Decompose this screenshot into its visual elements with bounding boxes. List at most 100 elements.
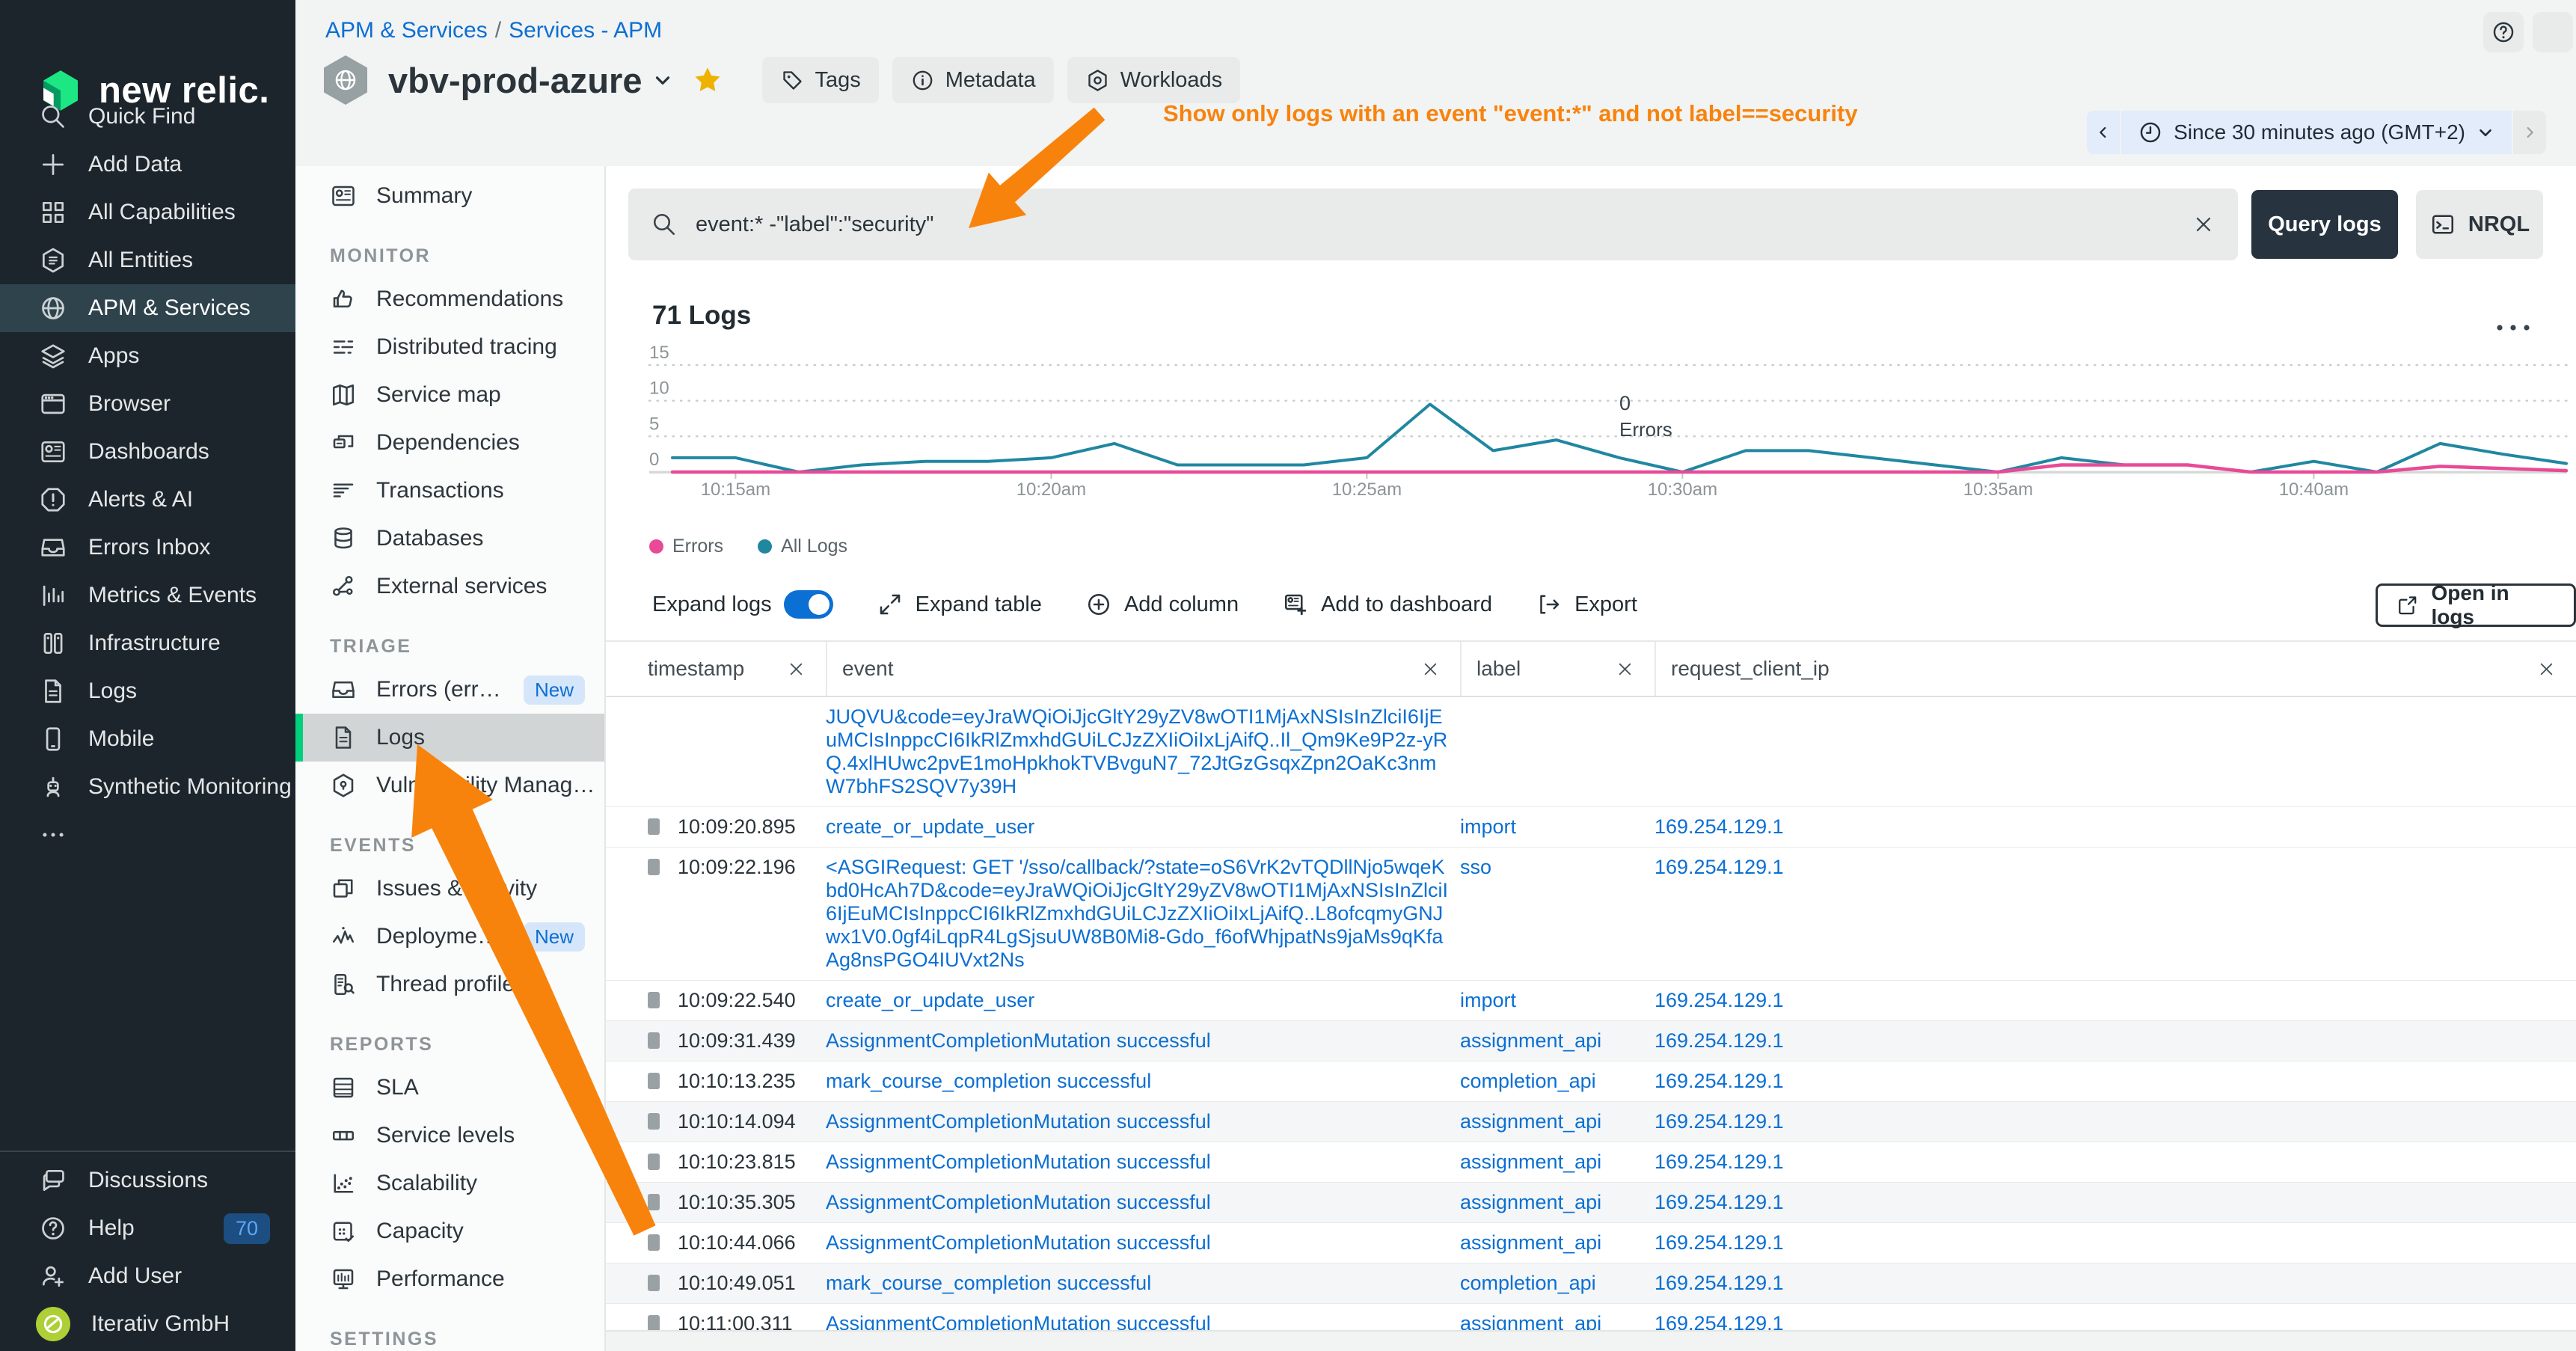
sidebar-item-iterativ-gmbh[interactable]: Iterativ GmbH xyxy=(0,1300,295,1348)
log-event-link[interactable]: create_or_update_user xyxy=(826,989,1460,1012)
sidebar-item-all-capabilities[interactable]: All Capabilities xyxy=(0,189,295,236)
sidebar-item-add-user[interactable]: Add User xyxy=(0,1252,295,1300)
sidebar-item-apps[interactable]: Apps xyxy=(0,332,295,380)
log-label-link[interactable] xyxy=(1460,705,1655,798)
log-client-ip-link[interactable]: 169.254.129.1 xyxy=(1655,1312,2576,1330)
log-event-link[interactable]: AssignmentCompletionMutation successful xyxy=(826,1312,1460,1330)
log-search-input[interactable]: event:* -"label":"security" xyxy=(628,189,2238,260)
legend-item-errors[interactable]: Errors xyxy=(649,536,723,557)
subnav-item-service-map[interactable]: Service map xyxy=(295,371,604,419)
sidebar-item-alerts-ai[interactable]: Alerts & AI xyxy=(0,476,295,524)
log-row[interactable]: 10:09:20.895create_or_update_userimport1… xyxy=(606,807,2576,848)
export-button[interactable]: Export xyxy=(1536,591,1637,618)
subnav-item-scalability[interactable]: Scalability xyxy=(295,1159,604,1207)
legend-item-all-logs[interactable]: All Logs xyxy=(758,536,847,557)
add-to-dashboard-button[interactable]: Add to dashboard xyxy=(1282,591,1492,618)
add-column-button[interactable]: Add column xyxy=(1085,591,1239,618)
log-row[interactable]: 10:10:44.066AssignmentCompletionMutation… xyxy=(606,1223,2576,1263)
sidebar-item-all-entities[interactable]: All Entities xyxy=(0,236,295,284)
log-event-link[interactable]: mark_course_completion successful xyxy=(826,1272,1460,1295)
log-client-ip-link[interactable]: 169.254.129.1 xyxy=(1655,856,2576,972)
column-header-label[interactable]: label xyxy=(1460,642,1655,696)
favorite-star-icon[interactable] xyxy=(692,64,723,96)
sidebar-item-quick-find[interactable]: Quick Find xyxy=(0,93,295,141)
tags-button[interactable]: Tags xyxy=(762,57,879,103)
sidebar-item-mobile[interactable]: Mobile xyxy=(0,715,295,763)
log-row[interactable]: 10:10:35.305AssignmentCompletionMutation… xyxy=(606,1183,2576,1223)
log-label-link[interactable]: assignment_api xyxy=(1460,1110,1655,1133)
sidebar-item-logs[interactable]: Logs xyxy=(0,667,295,715)
log-label-link[interactable]: import xyxy=(1460,815,1655,839)
log-row[interactable]: 10:09:22.196<ASGIRequest: GET '/sso/call… xyxy=(606,848,2576,981)
open-in-logs-button[interactable]: Open in logs xyxy=(2376,583,2576,627)
log-label-link[interactable]: assignment_api xyxy=(1460,1191,1655,1214)
breadcrumb-apm-services[interactable]: APM & Services xyxy=(325,18,488,43)
column-header-request-client-ip[interactable]: request_client_ip xyxy=(1655,642,2576,696)
log-event-link[interactable]: AssignmentCompletionMutation successful xyxy=(826,1191,1460,1214)
log-event-link[interactable]: create_or_update_user xyxy=(826,815,1460,839)
remove-column-icon[interactable] xyxy=(1615,659,1635,679)
subnav-item-issues-activity[interactable]: Issues & activity xyxy=(295,865,604,913)
column-header-timestamp[interactable]: timestamp xyxy=(606,642,826,696)
permalink-button[interactable] xyxy=(2533,12,2573,52)
sidebar-item-dashboards[interactable]: Dashboards xyxy=(0,428,295,476)
log-row[interactable]: 10:10:49.051mark_course_completion succe… xyxy=(606,1263,2576,1304)
remove-column-icon[interactable] xyxy=(2536,659,2557,679)
subnav-item-vulnerability-management[interactable]: Vulnerability Management xyxy=(295,762,604,809)
subnav-item-deployments[interactable]: DeploymentsNew xyxy=(295,913,604,961)
sidebar-item-metrics-events[interactable]: Metrics & Events xyxy=(0,572,295,619)
subnav-item-sla[interactable]: SLA xyxy=(295,1064,604,1112)
log-client-ip-link[interactable]: 169.254.129.1 xyxy=(1655,1070,2576,1093)
sidebar-item-item[interactable] xyxy=(0,811,295,859)
subnav-item-summary[interactable]: Summary xyxy=(295,172,604,220)
search-query-value[interactable]: event:* -"label":"security" xyxy=(696,212,2174,237)
sidebar-item-discussions[interactable]: Discussions xyxy=(0,1157,295,1204)
log-event-link[interactable]: AssignmentCompletionMutation successful xyxy=(826,1029,1460,1053)
log-row[interactable]: 10:10:14.094AssignmentCompletionMutation… xyxy=(606,1102,2576,1142)
log-label-link[interactable]: assignment_api xyxy=(1460,1151,1655,1174)
sidebar-item-infrastructure[interactable]: Infrastructure xyxy=(0,619,295,667)
log-row[interactable]: 10:09:31.439AssignmentCompletionMutation… xyxy=(606,1021,2576,1062)
help-button[interactable] xyxy=(2483,12,2524,52)
log-row[interactable]: 10:10:13.235mark_course_completion succe… xyxy=(606,1062,2576,1102)
log-event-link[interactable]: mark_course_completion successful xyxy=(826,1070,1460,1093)
log-row[interactable]: 10:10:23.815AssignmentCompletionMutation… xyxy=(606,1142,2576,1183)
sidebar-item-browser[interactable]: Browser xyxy=(0,380,295,428)
entity-chevron-down-icon[interactable] xyxy=(651,69,674,91)
log-event-link[interactable]: AssignmentCompletionMutation successful xyxy=(826,1151,1460,1174)
subnav-item-databases[interactable]: Databases xyxy=(295,515,604,563)
column-header-event[interactable]: event xyxy=(826,642,1460,696)
time-range-selector[interactable]: Since 30 minutes ago (GMT+2) xyxy=(2121,111,2512,154)
log-row[interactable]: 10:11:00.311AssignmentCompletionMutation… xyxy=(606,1304,2576,1330)
log-client-ip-link[interactable]: 169.254.129.1 xyxy=(1655,815,2576,839)
expand-logs-toggle[interactable]: Expand logs xyxy=(652,590,833,619)
subnav-item-thread-profiler[interactable]: Thread profiler xyxy=(295,961,604,1008)
sidebar-item-errors-inbox[interactable]: Errors Inbox xyxy=(0,524,295,572)
log-client-ip-link[interactable]: 169.254.129.1 xyxy=(1655,1191,2576,1214)
metadata-button[interactable]: Metadata xyxy=(892,57,1054,103)
log-label-link[interactable]: completion_api xyxy=(1460,1070,1655,1093)
time-picker[interactable]: Since 30 minutes ago (GMT+2) xyxy=(2087,111,2546,154)
log-label-link[interactable]: completion_api xyxy=(1460,1272,1655,1295)
toggle-on-icon[interactable] xyxy=(784,590,833,619)
subnav-item-errors-errors-inb[interactable]: Errors (errors inb...New xyxy=(295,666,604,714)
log-label-link[interactable]: import xyxy=(1460,989,1655,1012)
subnav-item-transactions[interactable]: Transactions xyxy=(295,467,604,515)
remove-column-icon[interactable] xyxy=(786,659,806,679)
more-options-button[interactable] xyxy=(2492,313,2534,343)
subnav-item-performance[interactable]: Performance xyxy=(295,1255,604,1303)
subnav-item-logs[interactable]: Logs xyxy=(295,714,604,762)
log-event-link[interactable]: AssignmentCompletionMutation successful xyxy=(826,1231,1460,1254)
log-row[interactable]: 10:09:22.540create_or_update_userimport1… xyxy=(606,981,2576,1021)
log-label-link[interactable]: assignment_api xyxy=(1460,1029,1655,1053)
subnav-item-external-services[interactable]: External services xyxy=(295,563,604,610)
log-event-link[interactable]: JUQVU&code=eyJraWQiOiJjcGltY29yZV8wOTI1M… xyxy=(826,705,1460,798)
log-label-link[interactable]: assignment_api xyxy=(1460,1312,1655,1330)
query-logs-button[interactable]: Query logs xyxy=(2251,190,2398,259)
sidebar-item-synthetic-monitoring[interactable]: Synthetic Monitoring xyxy=(0,763,295,811)
logs-timeseries-chart[interactable]: 05101510:15am10:20am10:25am10:30am10:35a… xyxy=(606,346,2576,570)
log-label-link[interactable]: assignment_api xyxy=(1460,1231,1655,1254)
nrql-button[interactable]: NRQL xyxy=(2416,190,2543,259)
workloads-button[interactable]: Workloads xyxy=(1067,57,1240,103)
time-back-button[interactable] xyxy=(2087,111,2121,154)
